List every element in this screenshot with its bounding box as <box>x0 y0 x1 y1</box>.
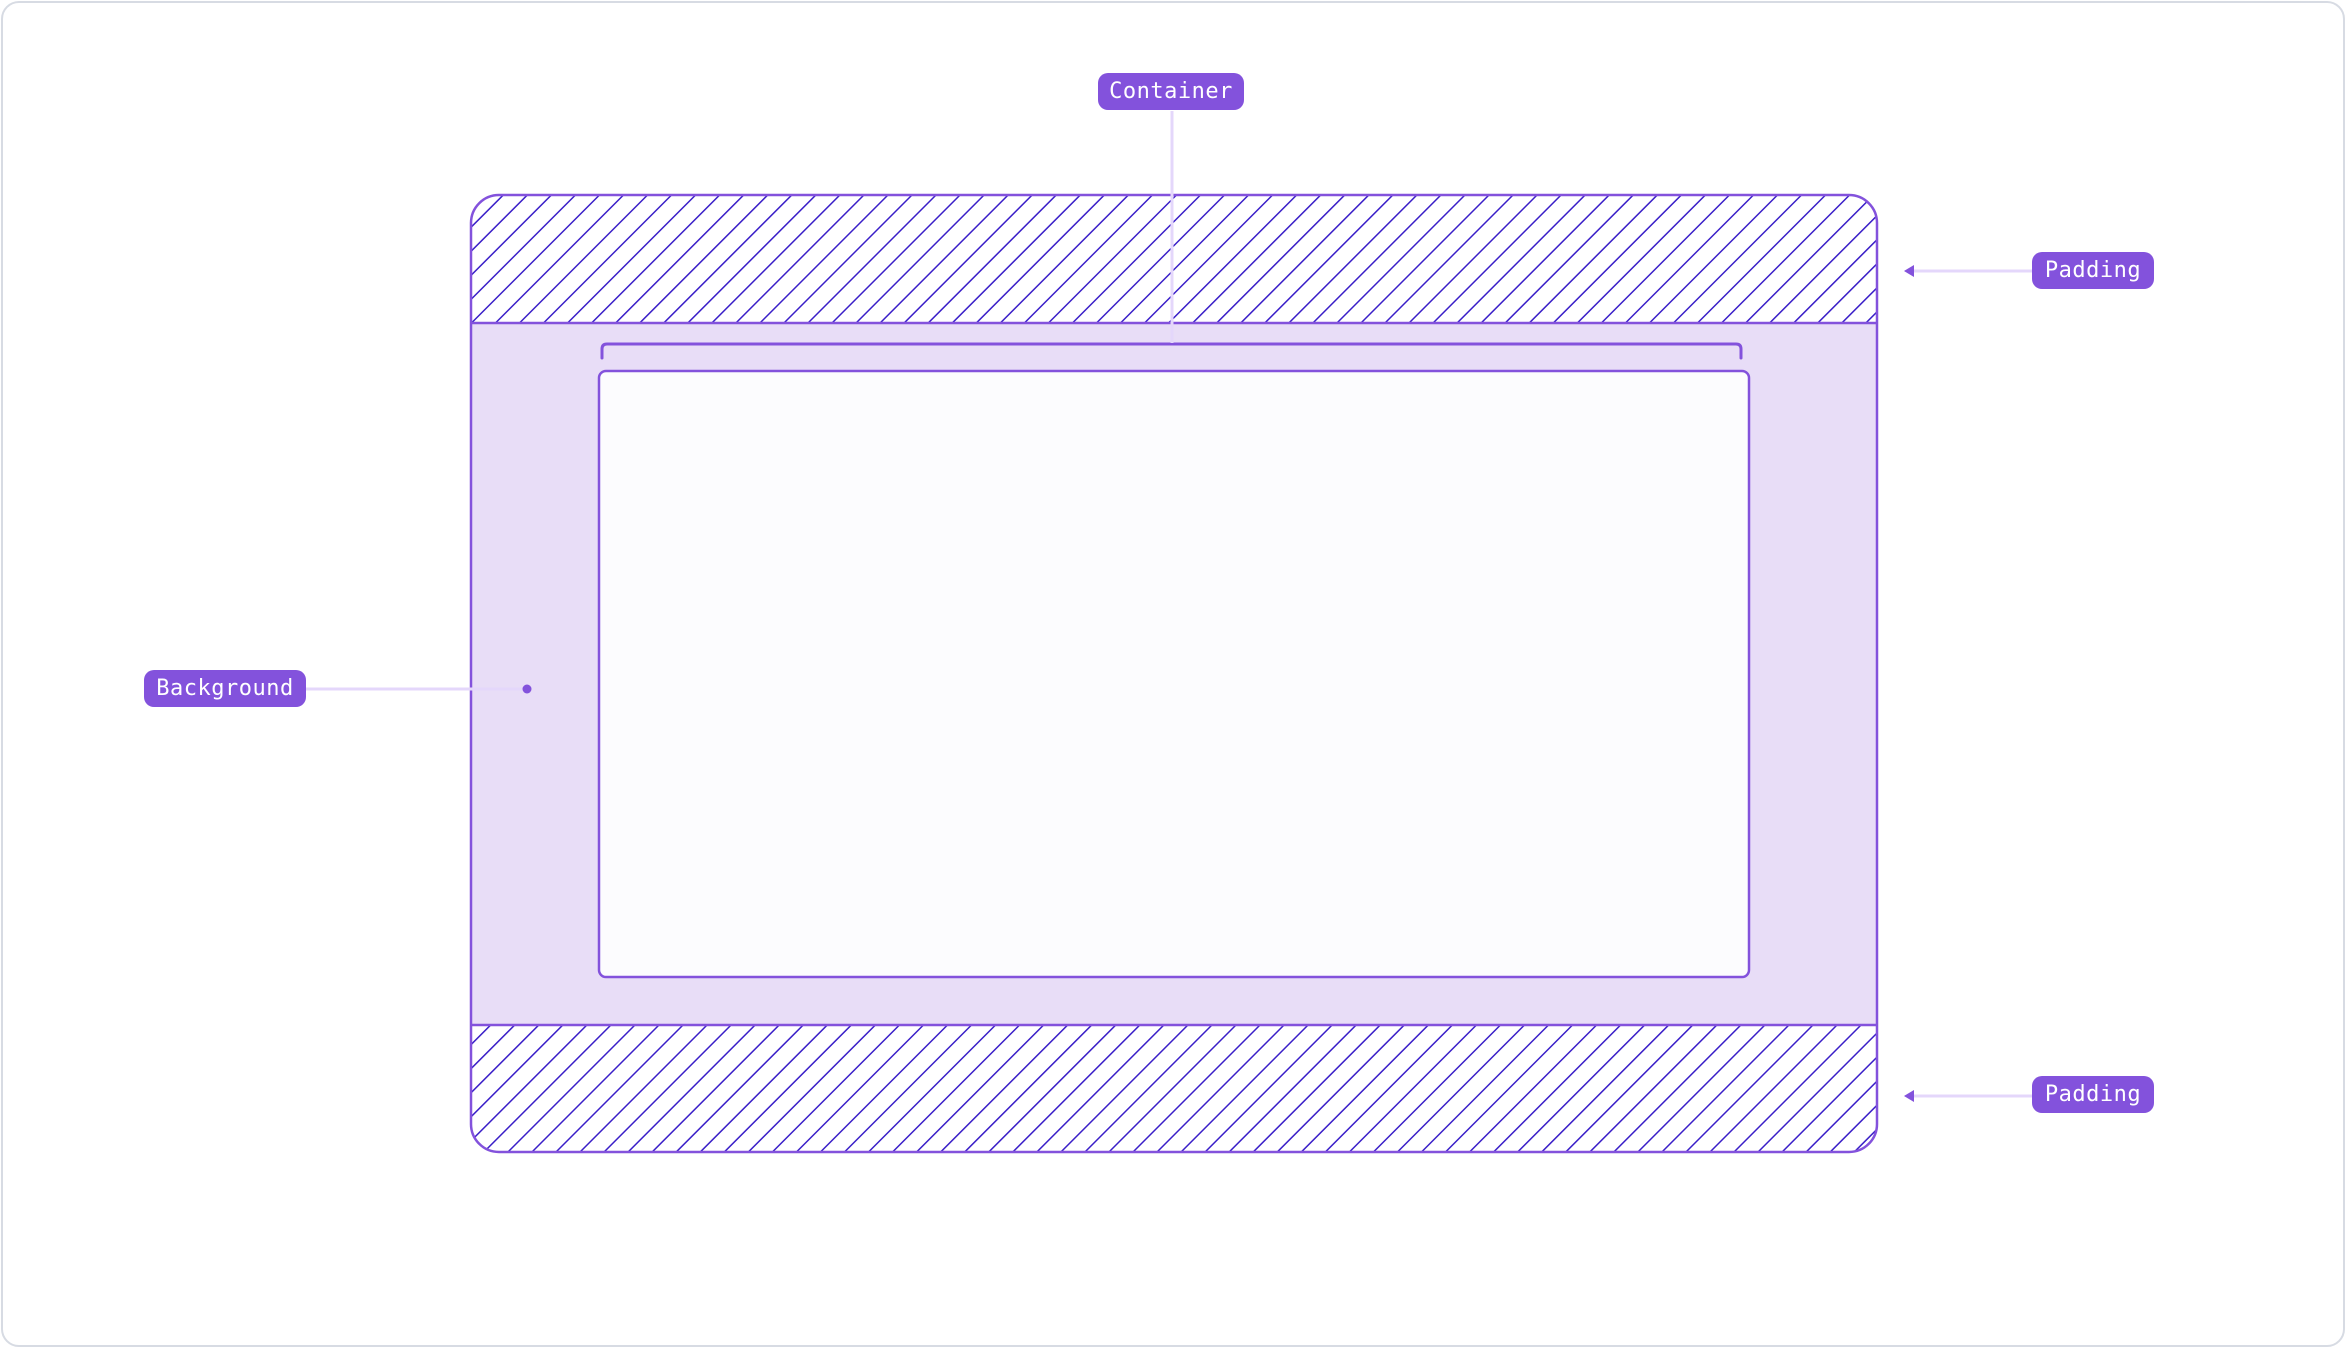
padding-top-arrow-icon <box>1904 265 1914 277</box>
content-box <box>597 369 1751 979</box>
background-dot-icon <box>522 684 532 694</box>
container-label: Container <box>1098 73 1244 110</box>
padding-bottom-label: Padding <box>2032 1076 2154 1113</box>
padding-bottom-area <box>471 1025 1877 1152</box>
anatomy-diagram <box>306 111 2032 1154</box>
padding-top-area <box>471 195 1877 323</box>
padding-bottom-arrow-icon <box>1904 1090 1914 1102</box>
background-label: Background <box>144 670 306 707</box>
padding-top-label: Padding <box>2032 252 2154 289</box>
